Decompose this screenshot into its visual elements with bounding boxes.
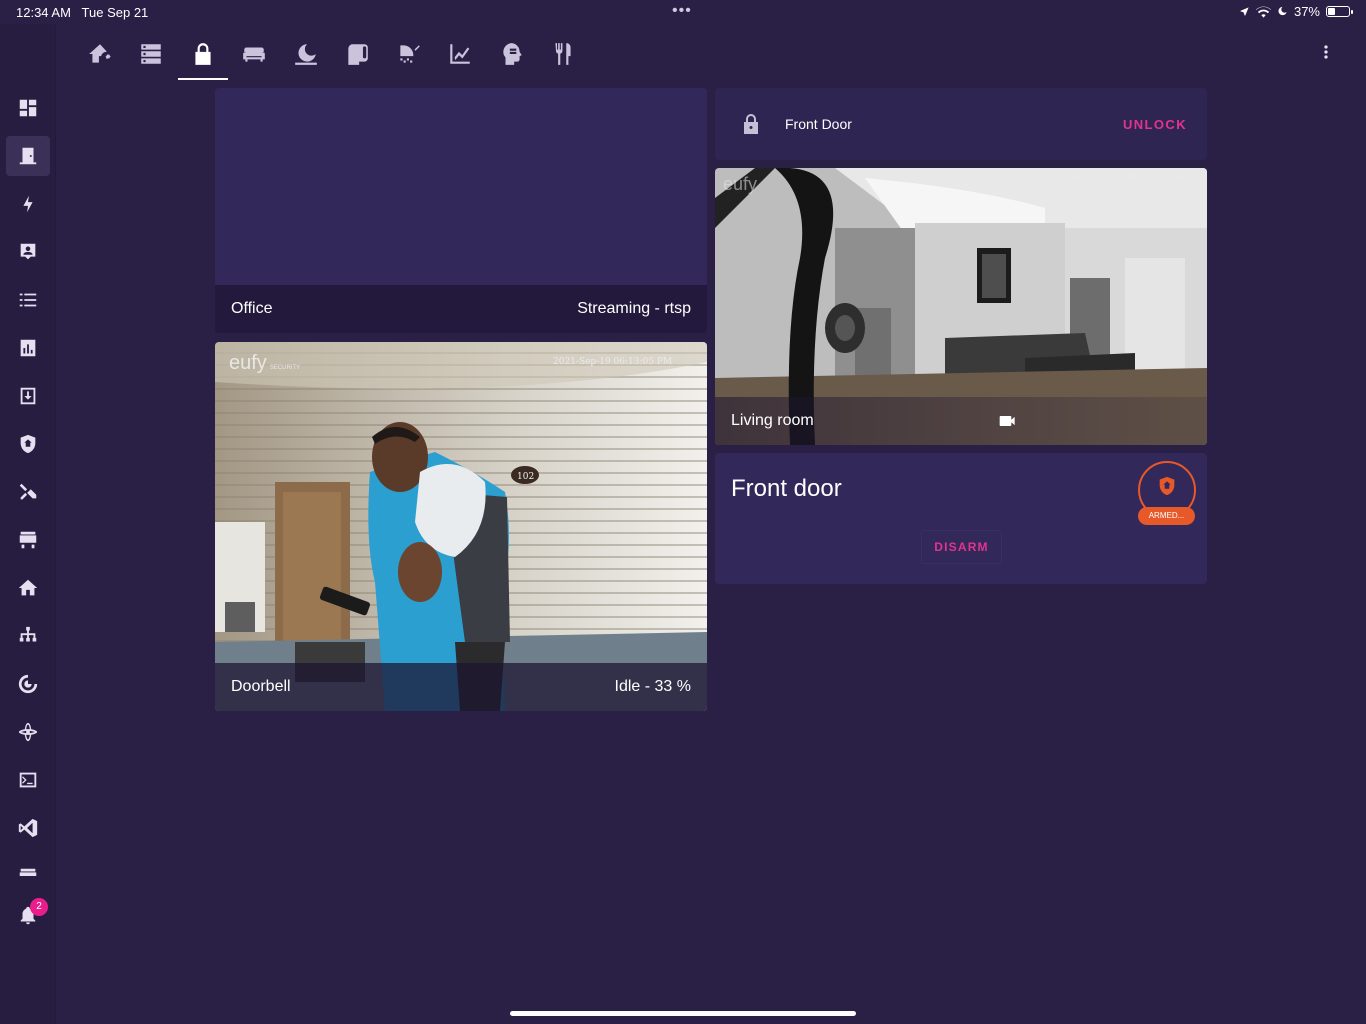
sidebar-item-energy[interactable] (6, 184, 50, 224)
server-icon (141, 44, 161, 64)
shield-home-icon (1159, 476, 1175, 496)
home-icon (18, 579, 38, 596)
dashboard-icon (19, 99, 37, 117)
camera-state: Idle - 33 % (614, 678, 691, 695)
multitasking-dots[interactable]: ••• (672, 2, 692, 20)
office-camera-caption: Office Streaming - rtsp (215, 285, 707, 333)
hacs-icon (19, 868, 37, 876)
office-camera-card[interactable]: Office Streaming - rtsp (215, 88, 707, 333)
sidebar-item-partial[interactable] (6, 856, 50, 876)
doorbell-camera-card[interactable]: 102 eufy SECURITY 2021-Sep-19 06:13:05 PM… (215, 342, 707, 711)
tab-sofa[interactable] (229, 28, 281, 80)
sidebar-item-network[interactable] (6, 616, 50, 656)
tab-sleep[interactable] (280, 28, 332, 80)
dots-vertical-icon (1324, 45, 1328, 59)
moon-icon (1278, 6, 1287, 16)
sidebar-item-developer[interactable] (6, 472, 50, 512)
tab-head[interactable] (486, 28, 538, 80)
camera-name: Office (231, 300, 273, 317)
sidebar-item-vscode[interactable] (6, 808, 50, 848)
house-number: 102 (517, 472, 534, 482)
sidebar-item-security[interactable] (6, 424, 50, 464)
video-camera-icon[interactable] (998, 411, 1018, 436)
front-door-lock-card: Front Door UNLOCK (715, 88, 1207, 160)
living-room-camera-card[interactable]: eufy Sep 21 2021 00:33:53 AM Living room (715, 168, 1207, 445)
tools-icon (20, 387, 36, 405)
status-time-date: 12:34 AM Tue Sep 21 (16, 5, 149, 20)
wifi-icon (1255, 6, 1271, 18)
battery-icon (1326, 6, 1353, 17)
shield-home-icon (20, 434, 36, 454)
tab-chart[interactable] (435, 28, 487, 80)
hacs-icon (19, 531, 37, 549)
location-icon (1240, 7, 1249, 16)
silverware-icon (555, 43, 571, 65)
notification-badge: 2 (30, 898, 48, 916)
sidebar-item-overview[interactable] (6, 88, 50, 128)
door-icon (19, 147, 37, 165)
unlock-button[interactable]: UNLOCK (1119, 109, 1191, 140)
sidebar-item-logbook[interactable] (6, 280, 50, 320)
sidebar-item-atom[interactable] (6, 712, 50, 752)
doorbell-timestamp: 2021-Sep-19 06:13:05 PM (553, 357, 673, 367)
tab-server[interactable] (126, 28, 178, 80)
office-camera-feed (215, 88, 707, 285)
lock-icon (195, 43, 211, 65)
tab-lock[interactable] (177, 28, 229, 80)
chart-box-icon (20, 339, 36, 357)
alarm-name: Front door (731, 475, 842, 502)
status-right: 37% (1239, 4, 1353, 19)
disarm-button[interactable]: DISARM (921, 530, 1002, 564)
view-tabs (74, 28, 589, 80)
more-options-button[interactable] (1314, 38, 1338, 66)
lock-icon (744, 114, 758, 134)
tab-home-gear[interactable] (74, 28, 126, 80)
living-room-brand-watermark: eufy (723, 174, 758, 194)
person-card-icon (20, 243, 36, 260)
home-indicator[interactable] (510, 1011, 856, 1016)
sidebar-item-hacs[interactable] (6, 520, 50, 560)
shower-icon (400, 45, 420, 63)
tab-shower[interactable] (383, 28, 435, 80)
sofa-icon (243, 47, 266, 62)
lock-name[interactable]: Front Door (785, 116, 1119, 132)
sidebar-item-door[interactable] (6, 136, 50, 176)
tab-silverware[interactable] (538, 28, 590, 80)
status-bar: 12:34 AM Tue Sep 21 ••• 37% (0, 0, 1366, 24)
tab-toilet-paper[interactable] (332, 28, 384, 80)
home-gear-icon (88, 44, 111, 63)
alarm-panel-card: Front door ARMED... DISARM (715, 453, 1207, 584)
lightning-icon (23, 195, 33, 213)
terminal-icon (19, 772, 37, 788)
alarm-state-label: ARMED... (1138, 507, 1195, 525)
network-icon (19, 626, 37, 642)
sidebar-item-terminal[interactable] (6, 760, 50, 800)
sidebar-item-home[interactable] (6, 568, 50, 608)
camera-name: Doorbell (231, 678, 291, 695)
grafana-icon (18, 674, 38, 694)
doorbell-camera-caption: Doorbell Idle - 33 % (215, 663, 707, 711)
sidebar-item-history[interactable] (6, 328, 50, 368)
camera-state: Streaming - rtsp (577, 300, 691, 317)
sidebar-item-tools[interactable] (6, 376, 50, 416)
vscode-icon (18, 818, 38, 838)
toilet-paper-icon (348, 44, 369, 65)
sidebar-item-grafana[interactable] (6, 664, 50, 704)
wrench-icon (19, 483, 37, 500)
battery-percent: 37% (1293, 4, 1320, 19)
head-icon (503, 43, 522, 65)
living-room-camera-caption: Living room (715, 397, 1207, 445)
sleep-icon (294, 44, 317, 65)
doorbell-brand-watermark: eufy SECURITY (229, 352, 301, 374)
sidebar: 2 (0, 24, 56, 1024)
sidebar-item-people[interactable] (6, 232, 50, 272)
atom-icon (18, 722, 38, 742)
sidebar-notifications[interactable]: 2 (6, 896, 50, 936)
chart-line-icon (450, 44, 470, 64)
list-icon (19, 293, 37, 307)
living-room-timestamp: Sep 21 2021 00:33:53 AM (1069, 173, 1189, 183)
doorbell-camera-feed: 102 (215, 342, 707, 711)
camera-name: Living room (731, 412, 814, 429)
